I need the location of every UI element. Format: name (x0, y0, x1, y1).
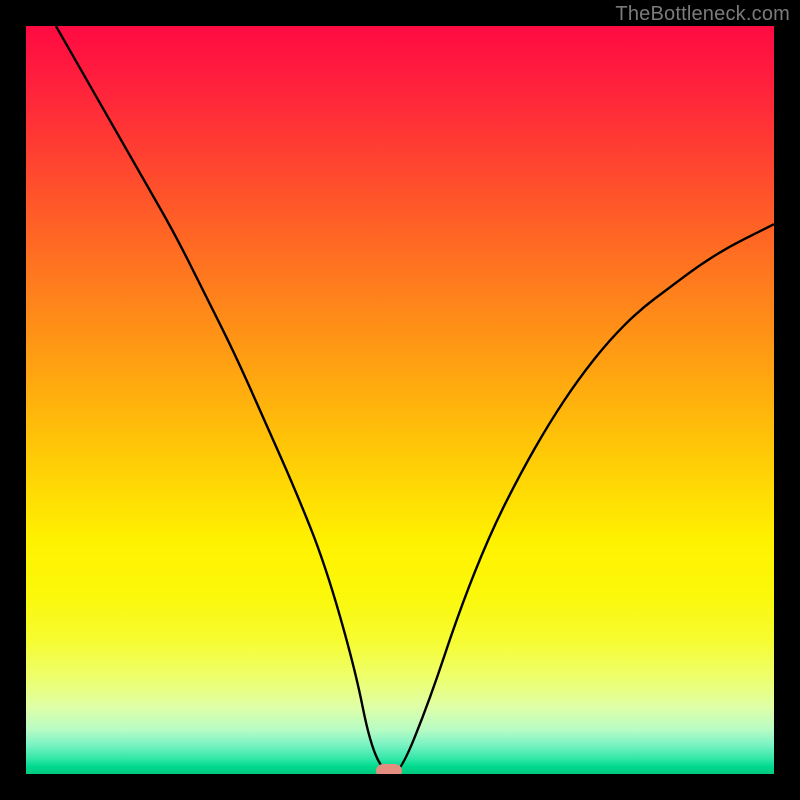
plot-area (26, 26, 774, 774)
chart-stage: TheBottleneck.com (0, 0, 800, 800)
optimal-marker (376, 764, 402, 774)
bottleneck-curve (26, 26, 774, 774)
watermark-text: TheBottleneck.com (615, 3, 790, 26)
